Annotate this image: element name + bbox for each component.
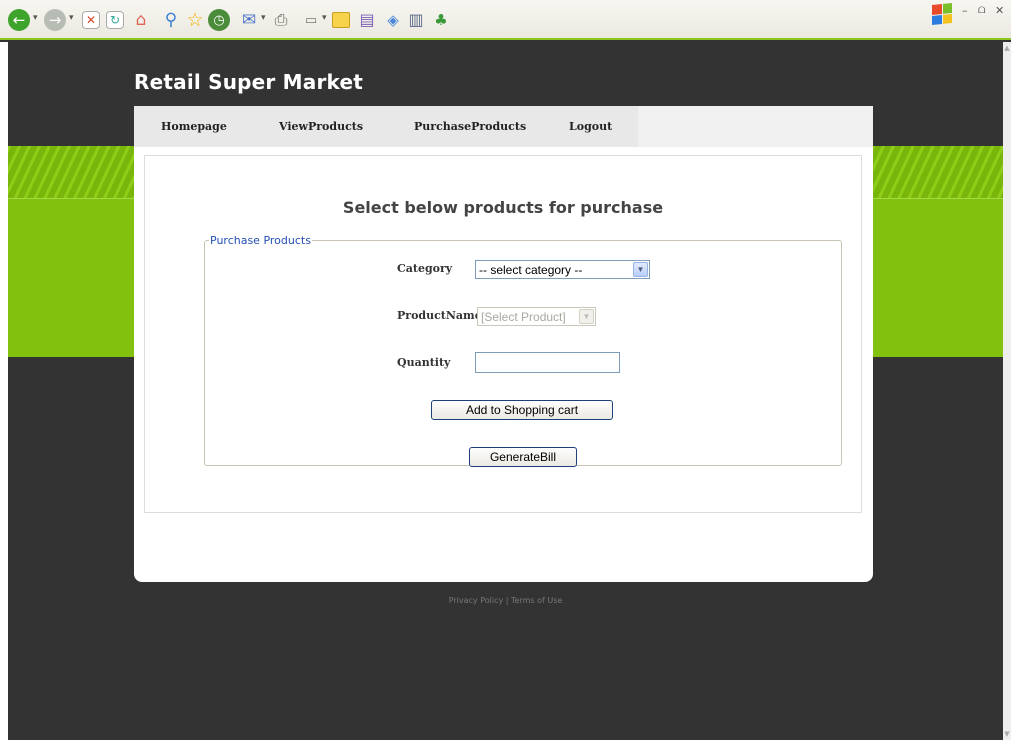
content-box: Homepage ViewProducts PurchaseProducts L…	[134, 106, 873, 582]
print-icon[interactable]: ⎙	[270, 9, 292, 31]
messenger-icon[interactable]: ▤	[356, 9, 378, 31]
footer-links[interactable]: Privacy Policy | Terms of Use	[8, 596, 1003, 605]
quantity-input[interactable]	[475, 352, 620, 373]
category-select[interactable]: -- select category -- ▼	[475, 260, 650, 279]
research-icon[interactable]: ◈	[382, 9, 404, 31]
refresh-icon[interactable]: ↻	[106, 11, 124, 29]
vertical-scrollbar[interactable]: ▲ ▼	[1003, 42, 1011, 740]
stop-icon[interactable]: ✕	[82, 11, 100, 29]
generate-bill-button[interactable]: GenerateBill	[469, 447, 577, 467]
search-icon[interactable]: ⚲	[160, 9, 182, 31]
minimize-icon[interactable]: –	[962, 4, 968, 17]
scroll-down-icon[interactable]: ▼	[1003, 730, 1011, 738]
forward-icon[interactable]: →	[44, 9, 66, 31]
folder-icon[interactable]	[332, 12, 350, 28]
book-icon[interactable]: ▥	[405, 9, 427, 31]
mail-icon[interactable]: ✉	[238, 9, 260, 31]
purchase-products-fieldset: Purchase Products Category -- select cat…	[204, 234, 842, 467]
web-page: Retail Super Market Homepage ViewProduct…	[8, 42, 1003, 740]
quantity-label: Quantity	[397, 356, 451, 369]
product-select-value: [Select Product]	[481, 309, 566, 324]
contacts-icon[interactable]: ♣	[430, 9, 452, 31]
category-label: Category	[397, 262, 453, 275]
close-icon[interactable]: ✕	[995, 4, 1004, 17]
back-dropdown-icon[interactable]: ▾	[33, 13, 38, 23]
nav-item-purchaseproducts[interactable]: PurchaseProducts	[414, 120, 526, 133]
edit-dropdown-icon[interactable]: ▾	[322, 13, 327, 23]
category-select-value: -- select category --	[479, 262, 583, 277]
nav-item-logout[interactable]: Logout	[569, 120, 612, 133]
chevron-down-icon[interactable]: ▼	[579, 309, 594, 324]
site-title: Retail Super Market	[134, 70, 363, 94]
forward-dropdown-icon[interactable]: ▾	[69, 13, 74, 23]
add-to-cart-button[interactable]: Add to Shopping cart	[431, 400, 613, 420]
chevron-down-icon[interactable]: ▼	[633, 262, 648, 277]
restore-icon[interactable]: ᗝ	[978, 6, 985, 16]
edit-icon[interactable]: ▭	[300, 9, 322, 31]
nav-item-homepage[interactable]: Homepage	[161, 120, 227, 133]
product-select[interactable]: [Select Product] ▼	[477, 307, 596, 326]
history-icon[interactable]: ◷	[208, 9, 230, 31]
fieldset-legend: Purchase Products	[210, 234, 311, 247]
home-icon[interactable]: ⌂	[130, 9, 152, 31]
mail-dropdown-icon[interactable]: ▾	[261, 13, 266, 23]
scroll-up-icon[interactable]: ▲	[1003, 44, 1011, 52]
back-icon[interactable]: ←	[8, 9, 30, 31]
page-heading: Select below products for purchase	[342, 198, 664, 217]
purchase-panel: Select below products for purchase Purch…	[144, 155, 862, 513]
windows-logo-icon	[932, 2, 952, 26]
nav-item-viewproducts[interactable]: ViewProducts	[279, 120, 363, 133]
browser-toolbar: ← ▾ → ▾ ✕ ↻ ⌂ ⚲ ☆ ◷ ✉ ▾ ⎙ ▭ ▾ ▤ ◈ ▥ ♣ – …	[0, 0, 1011, 40]
nav-bar: Homepage ViewProducts PurchaseProducts L…	[134, 106, 873, 147]
product-name-label: ProductName	[397, 309, 482, 322]
favorites-icon[interactable]: ☆	[184, 9, 206, 31]
window-left-edge	[0, 42, 8, 740]
